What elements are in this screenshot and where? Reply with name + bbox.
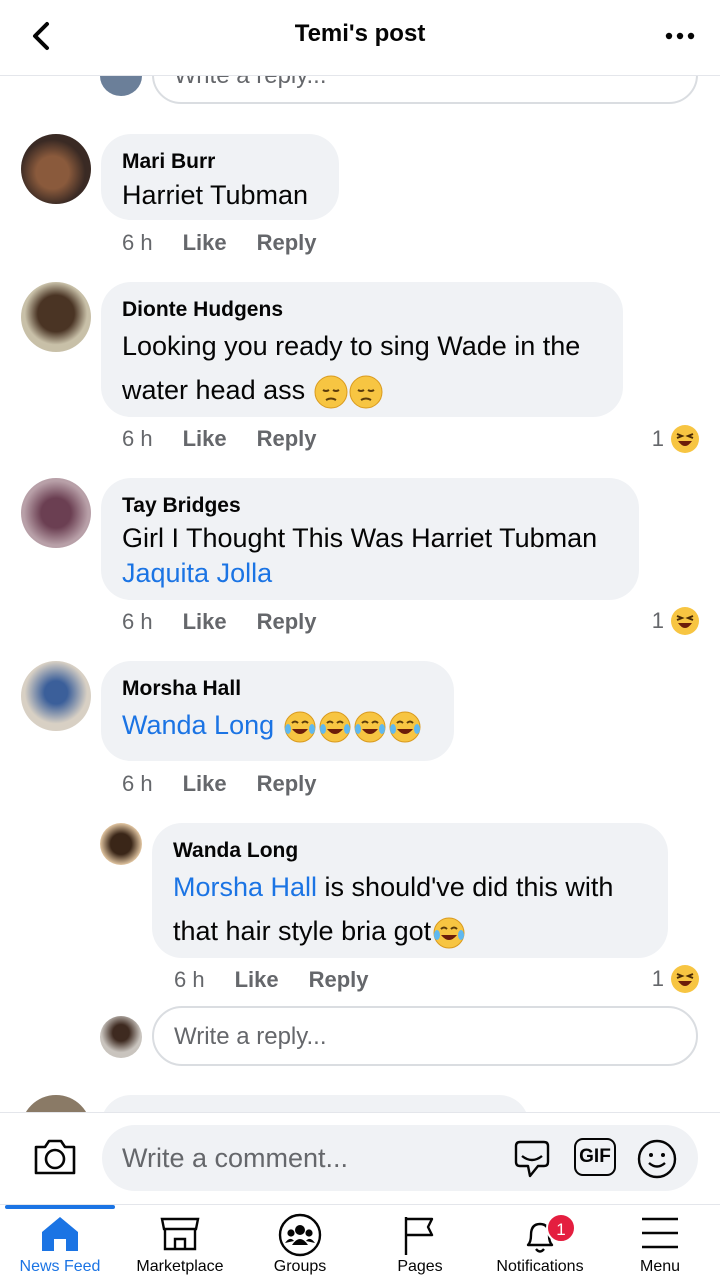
avatar-wanda-long[interactable] <box>100 823 142 865</box>
camera-icon[interactable] <box>32 1135 78 1177</box>
marketplace-icon <box>160 1217 200 1251</box>
tears-of-joy-emoji-icon <box>284 711 316 743</box>
reply-text: Morsha Hall is should've did this with t… <box>173 865 646 953</box>
active-tab-indicator <box>5 1205 115 1209</box>
sticker-icon[interactable] <box>510 1138 554 1180</box>
reply-time[interactable]: 6 h <box>174 967 205 993</box>
comment-time[interactable]: 6 h <box>122 426 153 452</box>
haha-reaction-icon <box>671 425 699 453</box>
reply-button[interactable]: Reply <box>309 967 369 993</box>
tears-of-joy-emoji-icon <box>389 711 421 743</box>
gif-button[interactable]: GIF <box>574 1138 616 1176</box>
mention-link[interactable]: Morsha Hall <box>173 872 317 902</box>
comment-author[interactable]: Morsha Hall <box>122 675 432 703</box>
haha-reaction-icon <box>671 965 699 993</box>
tears-of-joy-emoji-icon <box>319 711 351 743</box>
reply-button[interactable]: Reply <box>257 771 317 797</box>
menu-icon <box>642 1217 678 1249</box>
comment-text: Girl I Thought This Was Harriet Tubman <box>122 523 598 553</box>
comment-input[interactable]: Write a comment... GIF <box>102 1125 698 1191</box>
groups-icon <box>278 1213 322 1257</box>
nav-notifications[interactable]: 1 Notifications <box>480 1205 600 1280</box>
comment-author[interactable]: Dionte Hudgens <box>122 296 601 324</box>
like-button[interactable]: Like <box>183 771 227 797</box>
mention-link[interactable]: Wanda Long <box>122 710 274 740</box>
bottom-nav: News Feed Marketplace Groups Pages 1 Not… <box>0 1204 720 1280</box>
pensive-emoji-icon <box>314 375 348 409</box>
avatar-self[interactable] <box>100 1016 142 1058</box>
home-icon <box>42 1217 78 1251</box>
tears-of-joy-emoji-icon <box>354 711 386 743</box>
nav-pages[interactable]: Pages <box>360 1205 480 1280</box>
haha-reaction-icon <box>671 607 699 635</box>
avatar-dionte-hudgens[interactable] <box>21 282 91 352</box>
comment-time[interactable]: 6 h <box>122 609 153 635</box>
comment-bubble[interactable]: Mari Burr Harriet Tubman <box>101 134 339 220</box>
header: Temi's post <box>0 0 720 76</box>
reply-button[interactable]: Reply <box>257 230 317 256</box>
comment-text: Wanda Long <box>122 703 432 747</box>
comment-bubble[interactable]: Tay Bridges Girl I Thought This Was Harr… <box>101 478 639 600</box>
reply-button[interactable]: Reply <box>257 426 317 452</box>
nav-news-feed[interactable]: News Feed <box>0 1205 120 1280</box>
like-button[interactable]: Like <box>183 426 227 452</box>
reply-bubble[interactable]: Wanda Long Morsha Hall is should've did … <box>152 823 668 958</box>
mention-link[interactable]: Jaquita Jolla <box>122 556 617 590</box>
reply-input[interactable]: Write a reply... <box>152 1006 698 1066</box>
reaction-count[interactable]: 1 <box>652 424 700 454</box>
like-button[interactable]: Like <box>235 967 279 993</box>
nav-groups[interactable]: Groups <box>240 1205 360 1280</box>
comment-composer: Write a comment... GIF <box>0 1112 720 1204</box>
avatar-morsha-hall[interactable] <box>21 661 91 731</box>
comment-bubble[interactable]: Dionte Hudgens Looking you ready to sing… <box>101 282 623 417</box>
flag-icon <box>404 1217 434 1255</box>
nav-menu[interactable]: Menu <box>600 1205 720 1280</box>
emoji-icon[interactable] <box>636 1138 678 1180</box>
avatar-tay-bridges[interactable] <box>21 478 91 548</box>
comment-time[interactable]: 6 h <box>122 771 153 797</box>
avatar-mari-burr[interactable] <box>21 134 91 204</box>
comment-text: Looking you ready to sing Wade in the wa… <box>122 324 601 412</box>
like-button[interactable]: Like <box>183 609 227 635</box>
nav-marketplace[interactable]: Marketplace <box>120 1205 240 1280</box>
reply-author[interactable]: Wanda Long <box>173 837 646 865</box>
pensive-emoji-icon <box>349 375 383 409</box>
reaction-count[interactable]: 1 <box>652 606 700 636</box>
comments-feed[interactable]: Write a reply... Mari Burr Harriet Tubma… <box>0 0 720 1112</box>
comment-time[interactable]: 6 h <box>122 230 153 256</box>
comment-bubble[interactable] <box>101 1095 529 1112</box>
avatar[interactable] <box>21 1095 91 1112</box>
more-options-icon[interactable] <box>660 16 700 56</box>
comment-text: Harriet Tubman <box>122 180 309 210</box>
reply-button[interactable]: Reply <box>257 609 317 635</box>
notification-badge: 1 <box>546 1213 576 1243</box>
like-button[interactable]: Like <box>183 230 227 256</box>
comment-author[interactable]: Mari Burr <box>122 148 317 176</box>
comment-author[interactable]: Tay Bridges <box>122 492 617 520</box>
page-title: Temi's post <box>294 20 426 47</box>
comment-bubble[interactable]: Morsha Hall Wanda Long <box>101 661 454 761</box>
tears-of-joy-emoji-icon <box>433 917 465 949</box>
reaction-count[interactable]: 1 <box>652 964 700 994</box>
